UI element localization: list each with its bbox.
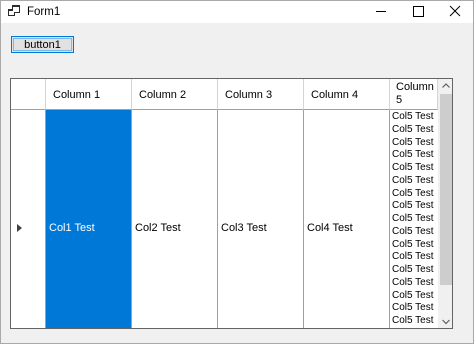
column-header-3[interactable]: Column 3 — [218, 79, 304, 110]
column-header-4[interactable]: Column 4 — [304, 79, 390, 110]
column-header-row: Column 1 Column 2 Column 3 Column 4 Colu… — [11, 79, 438, 110]
right-triangle-icon — [17, 224, 22, 232]
column-header-label: Column 3 — [225, 89, 273, 101]
cell-line: Col5 Test — [392, 174, 434, 186]
cell-line: Col5 Test — [392, 251, 434, 263]
cell-line: Col5 Test — [392, 187, 434, 199]
minimize-button[interactable] — [363, 1, 399, 23]
cell-line: Col5 Test — [392, 111, 434, 122]
cell-text: Col4 Test — [307, 222, 353, 234]
cell-text: Col3 Test — [221, 222, 267, 234]
row-header[interactable] — [11, 110, 46, 328]
column-header-label: Column 1 — [53, 89, 101, 101]
form-window: Form1 button1 Column 1 Column 2 Column 3… — [0, 0, 474, 344]
column-header-5[interactable]: Column 5 — [390, 79, 438, 110]
cell-line: Col5 Test — [392, 162, 434, 173]
column-header-2[interactable]: Column 2 — [132, 79, 218, 110]
cell-text: Col1 Test — [49, 222, 95, 234]
cell-line: Col5 Test — [392, 276, 434, 288]
window-title: Form1 — [27, 6, 61, 18]
top-left-header-cell[interactable] — [11, 79, 46, 110]
data-grid-view[interactable]: Column 1 Column 2 Column 3 Column 4 Colu… — [10, 78, 453, 329]
cell-col3[interactable]: Col3 Test — [218, 110, 304, 328]
cell-line: Col5 Test — [392, 315, 434, 326]
cell-text: Col2 Test — [135, 222, 181, 234]
column-header-label: Column 5 — [396, 81, 434, 106]
minimize-icon — [376, 11, 386, 12]
scroll-up-arrow-icon[interactable] — [438, 79, 453, 93]
scroll-down-arrow-icon[interactable] — [438, 315, 453, 329]
column-header-1[interactable]: Column 1 — [46, 79, 132, 110]
cell-line: Col5 Test — [392, 238, 434, 250]
title-bar[interactable]: Form1 — [1, 1, 473, 23]
cell-col1[interactable]: Col1 Test — [46, 110, 132, 328]
maximize-button[interactable] — [400, 1, 436, 23]
winforms-app-icon — [8, 5, 20, 16]
cell-line: Col5 Test — [392, 225, 434, 237]
button1[interactable]: button1 — [11, 36, 74, 53]
scroll-thumb[interactable] — [440, 94, 452, 285]
close-button[interactable] — [437, 1, 473, 23]
cell-col5[interactable]: Col5 Test Col5 Test Col5 Test Col5 Test … — [390, 110, 438, 328]
cell-col2[interactable]: Col2 Test — [132, 110, 218, 328]
vertical-scrollbar[interactable] — [438, 79, 453, 329]
cell-line: Col5 Test — [392, 302, 434, 314]
cell-line: Col5 Test — [392, 149, 434, 161]
close-icon — [449, 5, 461, 17]
cell-line: Col5 Test — [392, 200, 434, 212]
cell-col4[interactable]: Col4 Test — [304, 110, 390, 328]
maximize-icon — [413, 6, 424, 17]
cell-line: Col5 Test — [392, 136, 434, 148]
column-header-label: Column 4 — [311, 89, 359, 101]
cell-line: Col5 Test — [392, 213, 434, 224]
cell-multiline-text: Col5 Test Col5 Test Col5 Test Col5 Test … — [392, 111, 434, 328]
cell-line: Col5 Test — [392, 123, 434, 135]
column-header-label: Column 2 — [139, 89, 187, 101]
cell-line: Col5 Test — [392, 264, 434, 275]
cell-line: Col5 Test — [392, 289, 434, 301]
